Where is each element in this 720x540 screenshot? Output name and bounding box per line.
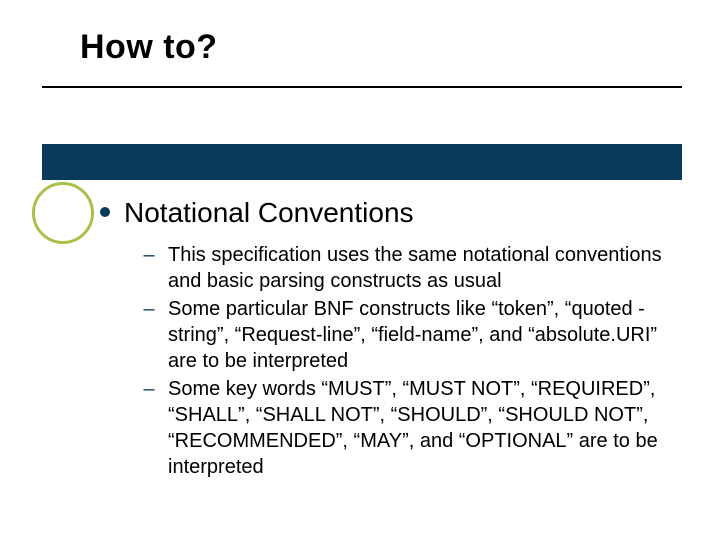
content-area: Notational Conventions – This specificat… [100,196,690,482]
dash-icon: – [140,376,158,402]
accent-bar [42,144,682,180]
title-area: How to? [0,0,720,67]
sub-bullet-list: – This specification uses the same notat… [140,242,690,480]
list-item: – Some particular BNF constructs like “t… [140,296,690,374]
dash-icon: – [140,296,158,322]
circle-accent-icon [32,182,94,244]
list-item-text: This specification uses the same notatio… [168,242,690,294]
bullet-dot-icon [100,207,110,217]
slide-title: How to? [80,28,720,67]
bullet-heading: Notational Conventions [100,196,690,230]
list-item: – This specification uses the same notat… [140,242,690,294]
slide: How to? Notational Conventions – This sp… [0,0,720,540]
bullet-heading-text: Notational Conventions [124,196,414,230]
list-item-text: Some key words “MUST”, “MUST NOT”, “REQU… [168,376,690,480]
title-underline [42,86,682,88]
dash-icon: – [140,242,158,268]
list-item-text: Some particular BNF constructs like “tok… [168,296,690,374]
list-item: – Some key words “MUST”, “MUST NOT”, “RE… [140,376,690,480]
